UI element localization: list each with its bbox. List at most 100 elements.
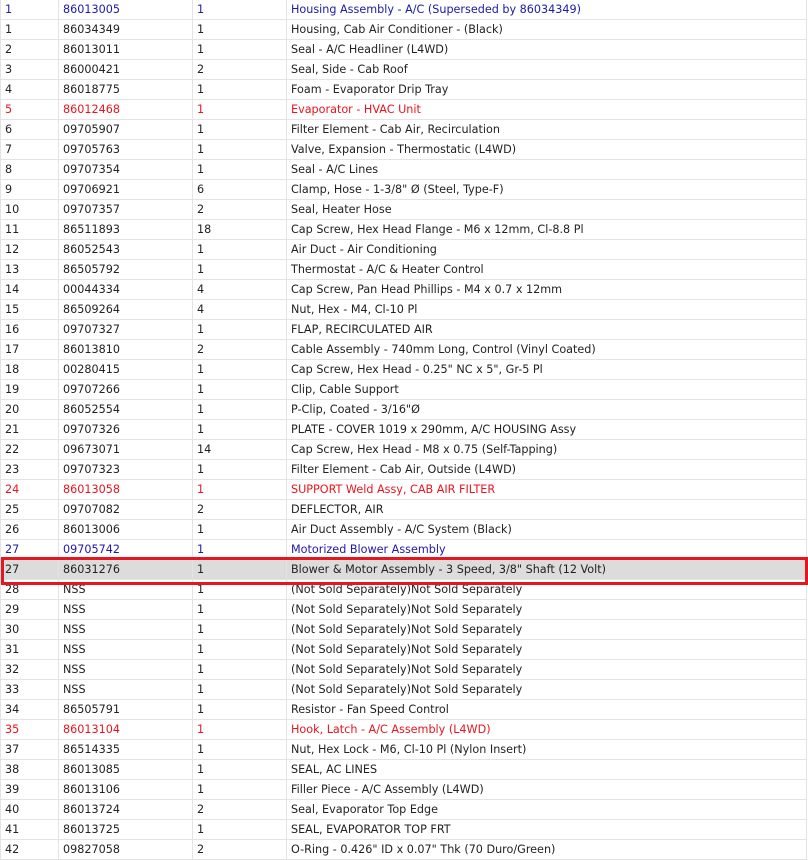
part-number-cell: 86013085 (58, 759, 193, 780)
ref-number-cell: 34 (0, 699, 59, 720)
ref-number-cell: 9 (0, 179, 59, 200)
part-number-cell: 09707357 (58, 199, 193, 220)
table-row[interactable]: 4 86018775 1 Foam - Evaporator Drip Tray (0, 79, 807, 100)
table-row[interactable]: 40 86013724 2 Seal, Evaporator Top Edge (0, 799, 807, 820)
table-row[interactable]: 15 86509264 4 Nut, Hex - M4, Cl-10 Pl (0, 299, 807, 320)
part-number-cell: 09673071 (58, 439, 193, 460)
quantity-cell: 1 (192, 159, 287, 180)
table-row[interactable]: 39 86013106 1 Filler Piece - A/C Assembly (… (0, 779, 807, 800)
part-number-cell: NSS (58, 619, 193, 640)
table-row[interactable]: 23 09707323 1 Filter Element - Cab Air, Out… (0, 459, 807, 480)
part-number-cell: 09706921 (58, 179, 193, 200)
table-row[interactable]: 18 00280415 1 Cap Screw, Hex Head - 0.25" N… (0, 359, 807, 380)
ref-number-cell: 33 (0, 679, 59, 700)
description-cell: SEAL, EVAPORATOR TOP FRT (286, 819, 807, 840)
table-row[interactable]: 20 86052554 1 P-Clip, Coated - 3/16"Ø (0, 399, 807, 420)
part-number-cell: NSS (58, 659, 193, 680)
ref-number-cell: 29 (0, 599, 59, 620)
table-row[interactable]: 35 86013104 1 Hook, Latch - A/C Assembly (L… (0, 719, 807, 740)
ref-number-cell: 40 (0, 799, 59, 820)
table-row[interactable]: 33 NSS 1 (Not Sold Separately)Not Sold Sepa… (0, 679, 807, 700)
table-row[interactable]: 17 86013810 2 Cable Assembly - 740mm Long, … (0, 339, 807, 360)
quantity-cell: 1 (192, 679, 287, 700)
ref-number-cell: 6 (0, 119, 59, 140)
description-cell: Housing Assembly - A/C (Superseded by 86… (286, 0, 807, 20)
ref-number-cell: 10 (0, 199, 59, 220)
ref-number-cell: 19 (0, 379, 59, 400)
table-row-selected[interactable]: 27 86031276 1 Blower & Motor Assembly - 3 S… (0, 559, 807, 580)
table-row[interactable]: 41 86013725 1 SEAL, EVAPORATOR TOP FRT (0, 819, 807, 840)
table-row[interactable]: 19 09707266 1 Clip, Cable Support (0, 379, 807, 400)
description-cell: (Not Sold Separately)Not Sold Separately (286, 639, 807, 660)
part-number-cell: NSS (58, 599, 193, 620)
ref-number-cell: 1 (0, 0, 59, 20)
quantity-cell: 1 (192, 739, 287, 760)
part-number-cell: 09707327 (58, 319, 193, 340)
table-row[interactable]: 30 NSS 1 (Not Sold Separately)Not Sold Sepa… (0, 619, 807, 640)
table-row[interactable]: 28 NSS 1 (Not Sold Separately)Not Sold Sepa… (0, 579, 807, 600)
description-cell: SEAL, AC LINES (286, 759, 807, 780)
description-cell: O-Ring - 0.426" ID x 0.07" Thk (70 Duro/… (286, 839, 807, 860)
quantity-cell: 1 (192, 519, 287, 540)
description-cell: SUPPORT Weld Assy, CAB AIR FILTER (286, 479, 807, 500)
table-row[interactable]: 7 09705763 1 Valve, Expansion - Thermostati… (0, 139, 807, 160)
ref-number-cell: 17 (0, 339, 59, 360)
part-number-cell: NSS (58, 679, 193, 700)
table-row[interactable]: 8 09707354 1 Seal - A/C Lines (0, 159, 807, 180)
description-cell: Cap Screw, Hex Head Flange - M6 x 12mm, … (286, 219, 807, 240)
description-cell: Nut, Hex Lock - M6, Cl-10 Pl (Nylon Inse… (286, 739, 807, 760)
table-row[interactable]: 37 86514335 1 Nut, Hex Lock - M6, Cl-10 Pl … (0, 739, 807, 760)
part-number-cell: 86052554 (58, 399, 193, 420)
quantity-cell: 1 (192, 419, 287, 440)
table-row[interactable]: 2 86013011 1 Seal - A/C Headliner (L4WD) (0, 39, 807, 60)
ref-number-cell: 41 (0, 819, 59, 840)
quantity-cell: 1 (192, 319, 287, 340)
table-row[interactable]: 14 00044334 4 Cap Screw, Pan Head Phillips … (0, 279, 807, 300)
table-row[interactable]: 38 86013085 1 SEAL, AC LINES (0, 759, 807, 780)
table-row[interactable]: 29 NSS 1 (Not Sold Separately)Not Sold Sepa… (0, 599, 807, 620)
quantity-cell: 1 (192, 139, 287, 160)
description-cell: Thermostat - A/C & Heater Control (286, 259, 807, 280)
ref-number-cell: 37 (0, 739, 59, 760)
table-row[interactable]: 26 86013006 1 Air Duct Assembly - A/C Syste… (0, 519, 807, 540)
table-row[interactable]: 13 86505792 1 Thermostat - A/C & Heater Con… (0, 259, 807, 280)
description-cell: Blower & Motor Assembly - 3 Speed, 3/8" … (286, 559, 807, 580)
part-number-cell: 09707354 (58, 159, 193, 180)
table-row[interactable]: 22 09673071 14 Cap Screw, Hex Head - M8 x 0… (0, 439, 807, 460)
table-row[interactable]: 34 86505791 1 Resistor - Fan Speed Control (0, 699, 807, 720)
quantity-cell: 4 (192, 299, 287, 320)
quantity-cell: 1 (192, 559, 287, 580)
table-row[interactable]: 25 09707082 2 DEFLECTOR, AIR (0, 499, 807, 520)
part-number-cell: NSS (58, 639, 193, 660)
table-row[interactable]: 12 86052543 1 Air Duct - Air Conditioning (0, 239, 807, 260)
ref-number-cell: 27 (0, 559, 59, 580)
table-row[interactable]: 24 86013058 1 SUPPORT Weld Assy, CAB AIR FI… (0, 479, 807, 500)
quantity-cell: 1 (192, 699, 287, 720)
table-row[interactable]: 31 NSS 1 (Not Sold Separately)Not Sold Sepa… (0, 639, 807, 660)
ref-number-cell: 3 (0, 59, 59, 80)
table-row[interactable]: 42 09827058 2 O-Ring - 0.426" ID x 0.07" Th… (0, 839, 807, 860)
table-row[interactable]: 21 09707326 1 PLATE - COVER 1019 x 290mm, A… (0, 419, 807, 440)
table-row[interactable]: 6 09705907 1 Filter Element - Cab Air, Reci… (0, 119, 807, 140)
part-number-cell: 86034349 (58, 19, 193, 40)
description-cell: Clamp, Hose - 1-3/8" Ø (Steel, Type-F) (286, 179, 807, 200)
table-row[interactable]: 27 09705742 1 Motorized Blower Assembly (0, 539, 807, 560)
table-row[interactable]: 9 09706921 6 Clamp, Hose - 1-3/8" Ø (Steel,… (0, 179, 807, 200)
table-row[interactable]: 16 09707327 1 FLAP, RECIRCULATED AIR (0, 319, 807, 340)
part-number-cell: 86511893 (58, 219, 193, 240)
quantity-cell: 1 (192, 379, 287, 400)
part-number-cell: 86013011 (58, 39, 193, 60)
part-number-cell: 09705907 (58, 119, 193, 140)
description-cell: Resistor - Fan Speed Control (286, 699, 807, 720)
table-row[interactable]: 1 86034349 1 Housing, Cab Air Conditioner -… (0, 19, 807, 40)
table-row[interactable]: 11 86511893 18 Cap Screw, Hex Head Flange -… (0, 219, 807, 240)
ref-number-cell: 25 (0, 499, 59, 520)
table-row[interactable]: 1 86013005 1 Housing Assembly - A/C (Supers… (0, 0, 807, 20)
table-row[interactable]: 32 NSS 1 (Not Sold Separately)Not Sold Sepa… (0, 659, 807, 680)
table-row[interactable]: 5 86012468 1 Evaporator - HVAC Unit (0, 99, 807, 120)
table-row[interactable]: 10 09707357 2 Seal, Heater Hose (0, 199, 807, 220)
ref-number-cell: 30 (0, 619, 59, 640)
quantity-cell: 6 (192, 179, 287, 200)
part-number-cell: 86013104 (58, 719, 193, 740)
table-row[interactable]: 3 86000421 2 Seal, Side - Cab Roof (0, 59, 807, 80)
